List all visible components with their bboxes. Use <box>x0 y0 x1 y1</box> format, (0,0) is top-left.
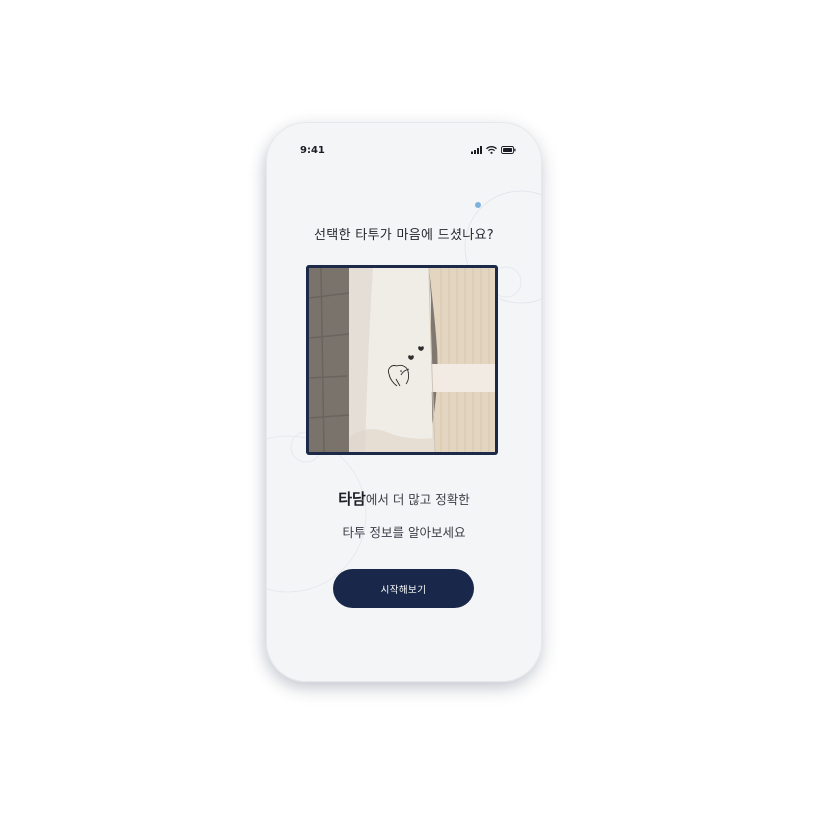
page-title: 선택한 타투가 마음에 드셨나요? <box>314 228 494 243</box>
status-bar: 9:41 <box>300 142 516 158</box>
start-button[interactable]: 시작해보기 <box>333 569 474 608</box>
status-time: 9:41 <box>300 144 325 156</box>
subtitle-line-1-text: 에서 더 많고 정확한 <box>365 492 470 507</box>
battery-icon <box>501 146 516 154</box>
tattoo-photo <box>306 265 498 455</box>
phone-screen: 9:41 선택한 타투가 마음에 드셨나요? 타담에서 더 많고 정확한 타투 … <box>266 122 542 682</box>
brand-name: 타담 <box>338 490 366 508</box>
signal-icon <box>471 146 482 154</box>
subtitle-line-1: 타담에서 더 많고 정확한 <box>266 488 542 509</box>
wifi-icon <box>486 146 497 154</box>
status-icons <box>471 146 516 154</box>
subtitle-line-2: 타투 정보를 알아보세요 <box>342 525 466 540</box>
accent-dot <box>475 202 481 208</box>
